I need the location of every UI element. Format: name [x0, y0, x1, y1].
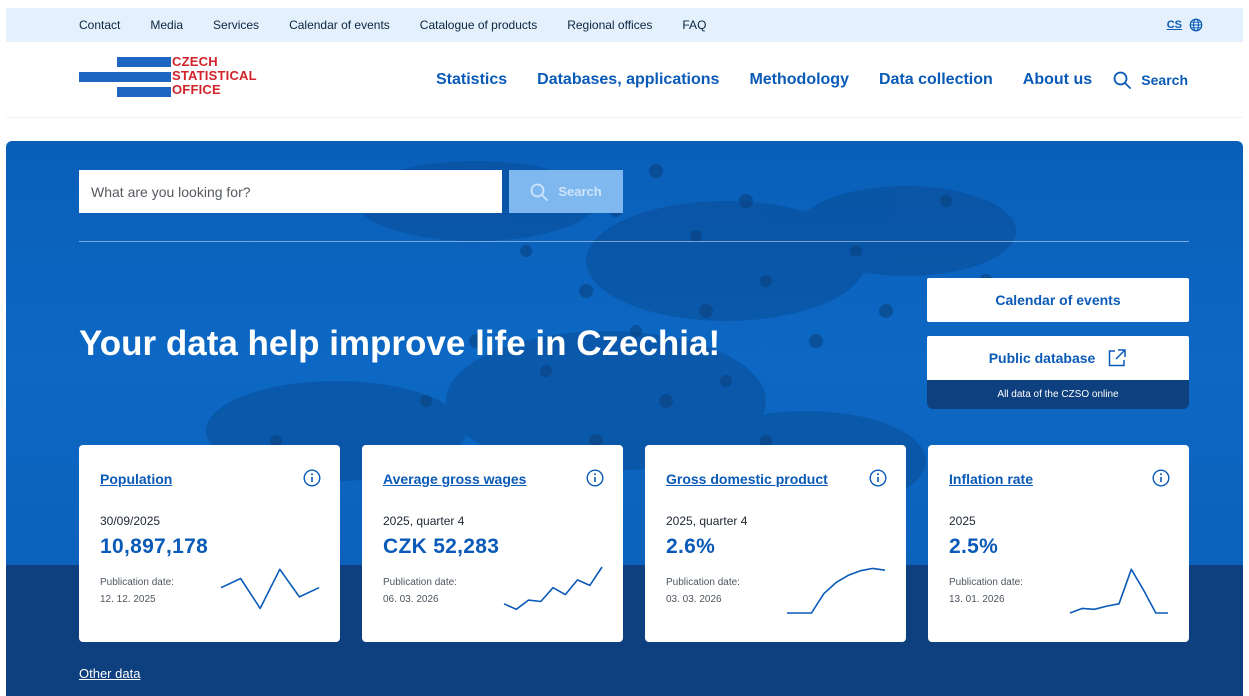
card-value: 2.5%	[949, 535, 999, 558]
hero-divider	[79, 241, 1189, 242]
card-publication-date: 06. 03. 2026	[383, 594, 439, 605]
info-icon[interactable]	[303, 469, 321, 487]
search-icon	[1113, 71, 1132, 89]
nav-about-us[interactable]: About us	[1023, 71, 1092, 89]
card-value: 2.6%	[666, 535, 716, 558]
utility-link-media[interactable]: Media	[150, 18, 183, 32]
globe-icon[interactable]	[1189, 18, 1203, 32]
public-database-button[interactable]: Public database	[927, 336, 1189, 380]
sparkline-series	[787, 567, 886, 614]
card-publication-date: 13. 01. 2026	[949, 594, 1005, 605]
card-sparkline	[220, 568, 320, 610]
card-publication-date: 03. 03. 2026	[666, 594, 722, 605]
nav-databases-applications[interactable]: Databases, applications	[537, 71, 719, 89]
card-sparkline	[503, 566, 603, 611]
main-navigation: Statistics Databases, applications Metho…	[436, 42, 1122, 118]
language-switcher: CS	[1167, 8, 1203, 42]
logo-bar-top	[117, 57, 171, 67]
indicator-card-population: Population 30/09/2025 10,897,178 Publica…	[79, 445, 340, 642]
indicator-card-gross-domestic-product: Gross domestic product 2025, quarter 4 2…	[645, 445, 906, 642]
logo-line-3: OFFICE	[172, 82, 221, 97]
indicator-card-inflation-rate: Inflation rate 2025 2.5% Publication dat…	[928, 445, 1189, 642]
page: Contact Media Services Calendar of event…	[0, 0, 1249, 696]
nav-statistics[interactable]: Statistics	[436, 71, 507, 89]
card-period: 2025	[949, 514, 976, 528]
card-sparkline	[787, 567, 886, 614]
header-search-label: Search	[1141, 72, 1188, 88]
card-title-link[interactable]: Gross domestic product	[666, 471, 828, 487]
external-link-icon	[1109, 349, 1127, 367]
hero-title: Your data help improve life in Czechia!	[79, 324, 721, 363]
card-period: 2025, quarter 4	[666, 514, 748, 528]
utility-link-catalogue[interactable]: Catalogue of products	[420, 18, 537, 32]
nav-data-collection[interactable]: Data collection	[879, 71, 993, 89]
utility-links: Contact Media Services Calendar of event…	[79, 8, 736, 42]
card-publication-date: 12. 12. 2025	[100, 594, 156, 605]
hero-search-input[interactable]	[79, 170, 502, 213]
hero-search-button-label: Search	[558, 184, 602, 199]
top-utility-bar: Contact Media Services Calendar of event…	[6, 8, 1243, 42]
hero-section: Search Your data help improve life in Cz…	[6, 141, 1243, 696]
info-icon[interactable]	[869, 469, 887, 487]
utility-link-regional-offices[interactable]: Regional offices	[567, 18, 652, 32]
card-title-link[interactable]: Average gross wages	[383, 471, 526, 487]
calendar-of-events-label: Calendar of events	[995, 292, 1121, 308]
indicator-card-average-gross-wages: Average gross wages 2025, quarter 4 CZK …	[362, 445, 623, 642]
card-publication-label: Publication date:	[100, 577, 174, 588]
calendar-of-events-button[interactable]: Calendar of events	[927, 278, 1189, 322]
logo-bar-bottom	[117, 87, 171, 97]
hero-search-button[interactable]: Search	[509, 170, 623, 213]
header-search-button[interactable]: Search	[1113, 42, 1188, 118]
card-value: CZK 52,283	[383, 535, 500, 558]
language-link-cs[interactable]: CS	[1167, 19, 1182, 31]
card-title-link[interactable]: Population	[100, 471, 172, 487]
site-header: CZECH STATISTICAL OFFICE Statistics Data…	[6, 42, 1243, 118]
card-period: 2025, quarter 4	[383, 514, 465, 528]
card-publication-label: Publication date:	[666, 577, 740, 588]
public-database-label: Public database	[988, 350, 1096, 366]
info-icon[interactable]	[1152, 469, 1170, 487]
utility-link-calendar[interactable]: Calendar of events	[289, 18, 390, 32]
nav-methodology[interactable]: Methodology	[749, 71, 849, 89]
sparkline-series	[503, 566, 603, 611]
card-value: 10,897,178	[100, 535, 209, 558]
utility-link-contact[interactable]: Contact	[79, 18, 120, 32]
utility-link-faq[interactable]: FAQ	[682, 18, 706, 32]
public-database-caption: All data of the CZSO online	[927, 380, 1189, 409]
card-publication-label: Publication date:	[383, 577, 457, 588]
logo-line-1: CZECH	[172, 54, 218, 69]
logo-wordmark: CZECH STATISTICAL OFFICE	[172, 55, 257, 97]
czso-logo[interactable]: CZECH STATISTICAL OFFICE	[79, 55, 269, 101]
card-period: 30/09/2025	[100, 514, 161, 528]
sparkline-series	[220, 568, 320, 610]
other-data-link[interactable]: Other data	[79, 666, 140, 681]
logo-line-2: STATISTICAL	[172, 68, 257, 83]
card-publication-label: Publication date:	[949, 577, 1023, 588]
search-icon	[530, 183, 549, 201]
logo-bar-middle	[79, 72, 171, 82]
info-icon[interactable]	[586, 469, 604, 487]
utility-link-services[interactable]: Services	[213, 18, 259, 32]
sparkline-series	[1069, 568, 1168, 614]
card-sparkline	[1069, 568, 1168, 614]
card-title-link[interactable]: Inflation rate	[949, 471, 1033, 487]
